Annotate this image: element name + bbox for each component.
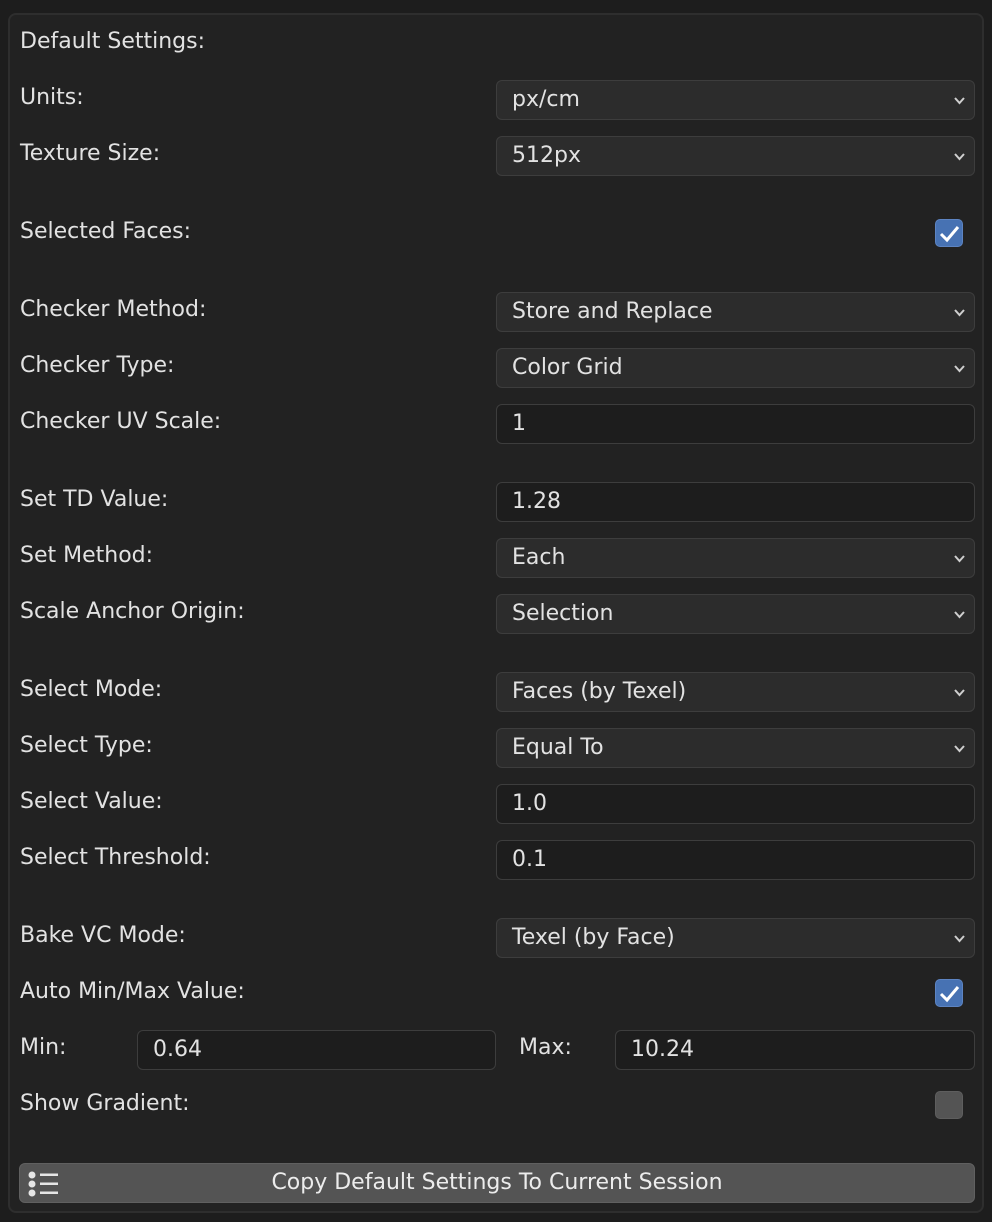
- auto-min-max-label: Auto Min/Max Value:: [20, 979, 245, 1004]
- min-label: Min:: [20, 1035, 67, 1060]
- select-mode-label: Select Mode:: [20, 677, 163, 702]
- selected-faces-label: Selected Faces:: [20, 219, 191, 244]
- scale-anchor-origin-dropdown[interactable]: Selection: [496, 594, 975, 634]
- select-mode-dropdown[interactable]: Faces (by Texel): [496, 672, 975, 712]
- checker-method-label: Checker Method:: [20, 297, 207, 322]
- select-type-value: Equal To: [512, 735, 604, 760]
- copy-default-settings-label: Copy Default Settings To Current Session: [271, 1170, 723, 1195]
- checkmark-icon: [939, 226, 960, 243]
- set-method-label: Set Method:: [20, 543, 154, 568]
- select-threshold-field[interactable]: 0.1: [496, 840, 975, 880]
- checker-method-dropdown[interactable]: Store and Replace: [496, 292, 975, 332]
- select-type-label: Select Type:: [20, 733, 153, 758]
- chevron-down-icon: [954, 745, 965, 753]
- units-label: Units:: [20, 85, 84, 110]
- bake-vc-mode-label: Bake VC Mode:: [20, 923, 186, 948]
- max-value: 10.24: [631, 1037, 694, 1062]
- select-value-value: 1.0: [512, 791, 547, 816]
- select-value-field[interactable]: 1.0: [496, 784, 975, 824]
- set-method-value: Each: [512, 545, 566, 570]
- min-field[interactable]: 0.64: [137, 1030, 496, 1070]
- units-dropdown[interactable]: px/cm: [496, 80, 975, 120]
- select-threshold-value: 0.1: [512, 847, 547, 872]
- checker-type-dropdown[interactable]: Color Grid: [496, 348, 975, 388]
- show-gradient-checkbox[interactable]: [935, 1091, 963, 1119]
- checker-uv-scale-field[interactable]: 1: [496, 404, 975, 444]
- checker-type-value: Color Grid: [512, 355, 623, 380]
- texture-size-value: 512px: [512, 143, 581, 168]
- chevron-down-icon: [954, 97, 965, 105]
- checker-type-label: Checker Type:: [20, 353, 175, 378]
- list-icon: [28, 1171, 58, 1197]
- units-value: px/cm: [512, 87, 580, 112]
- checkmark-icon: [939, 986, 960, 1003]
- checker-uv-scale-label: Checker UV Scale:: [20, 409, 222, 434]
- chevron-down-icon: [954, 555, 965, 563]
- set-td-value-field[interactable]: 1.28: [496, 482, 975, 522]
- chevron-down-icon: [954, 935, 965, 943]
- copy-default-settings-button[interactable]: Copy Default Settings To Current Session: [19, 1163, 975, 1203]
- chevron-down-icon: [954, 365, 965, 373]
- bake-vc-mode-value: Texel (by Face): [512, 925, 675, 950]
- panel-header: Default Settings:: [20, 29, 206, 54]
- select-threshold-label: Select Threshold:: [20, 845, 211, 870]
- select-value-label: Select Value:: [20, 789, 163, 814]
- chevron-down-icon: [954, 309, 965, 317]
- scale-anchor-origin-value: Selection: [512, 601, 614, 626]
- set-td-value-value: 1.28: [512, 489, 561, 514]
- chevron-down-icon: [954, 611, 965, 619]
- set-td-value-label: Set TD Value:: [20, 487, 169, 512]
- max-field[interactable]: 10.24: [615, 1030, 975, 1070]
- auto-min-max-checkbox[interactable]: [935, 979, 963, 1007]
- chevron-down-icon: [954, 153, 965, 161]
- select-mode-value: Faces (by Texel): [512, 679, 687, 704]
- bake-vc-mode-dropdown[interactable]: Texel (by Face): [496, 918, 975, 958]
- scale-anchor-origin-label: Scale Anchor Origin:: [20, 599, 245, 624]
- select-type-dropdown[interactable]: Equal To: [496, 728, 975, 768]
- chevron-down-icon: [954, 689, 965, 697]
- set-method-dropdown[interactable]: Each: [496, 538, 975, 578]
- checker-uv-scale-value: 1: [512, 411, 526, 436]
- max-label: Max:: [519, 1035, 572, 1060]
- min-value: 0.64: [153, 1037, 202, 1062]
- show-gradient-label: Show Gradient:: [20, 1091, 190, 1116]
- texture-size-label: Texture Size:: [20, 141, 161, 166]
- checker-method-value: Store and Replace: [512, 299, 713, 324]
- selected-faces-checkbox[interactable]: [935, 219, 963, 247]
- texture-size-dropdown[interactable]: 512px: [496, 136, 975, 176]
